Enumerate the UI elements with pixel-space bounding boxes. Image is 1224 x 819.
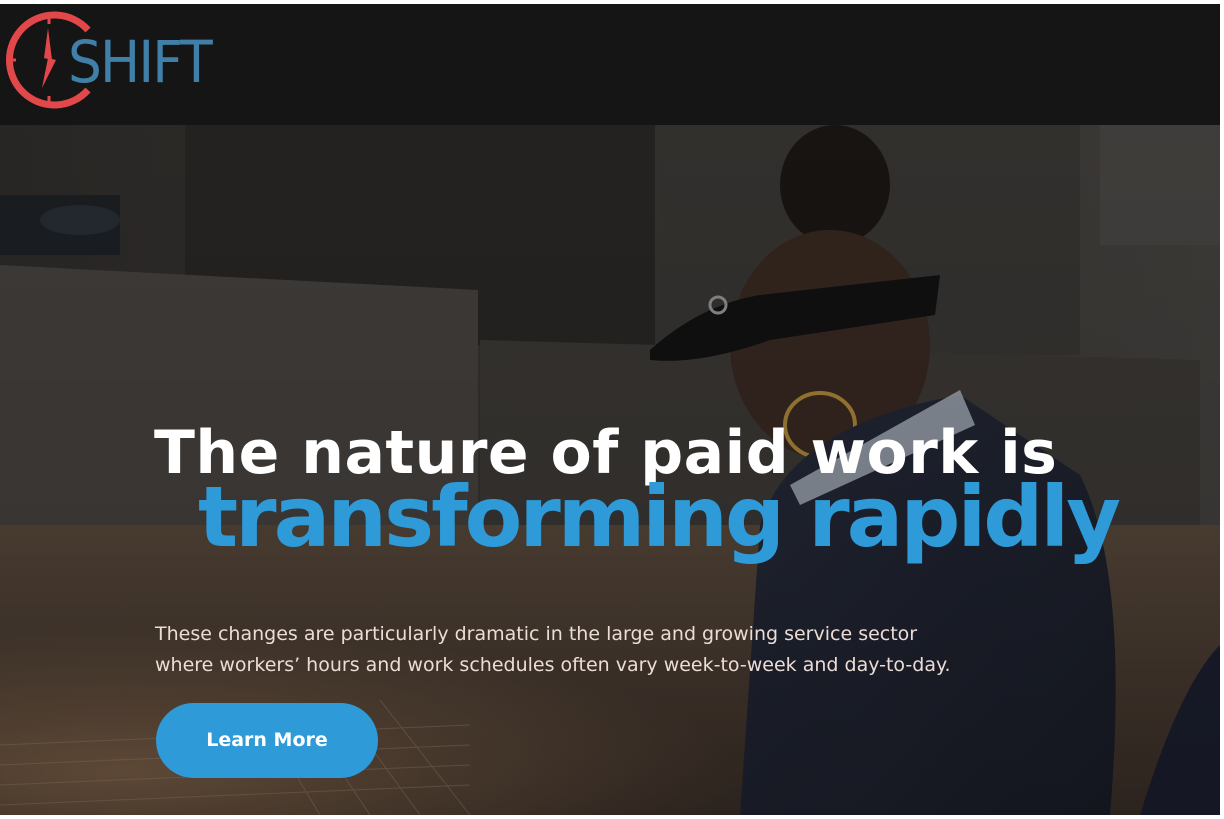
hero-section: The nature of paid work is transforming … [0, 125, 1220, 815]
hero-subtext: These changes are particularly dramatic … [155, 619, 1035, 681]
hero-subtext-line1: These changes are particularly dramatic … [155, 623, 918, 645]
hero-subtext-line2: where workers’ hours and work schedules … [155, 654, 951, 676]
page: SHIFT The nature of paid work is transfo… [0, 0, 1224, 819]
page-edge [1220, 0, 1224, 819]
site-header: SHIFT [0, 4, 1220, 125]
learn-more-button[interactable]: Learn More [156, 703, 378, 778]
logo-wordmark: SHIFT [68, 28, 213, 96]
shift-logo[interactable]: SHIFT [2, 8, 213, 112]
hero-headline-line2: transforming rapidly [198, 468, 1121, 566]
